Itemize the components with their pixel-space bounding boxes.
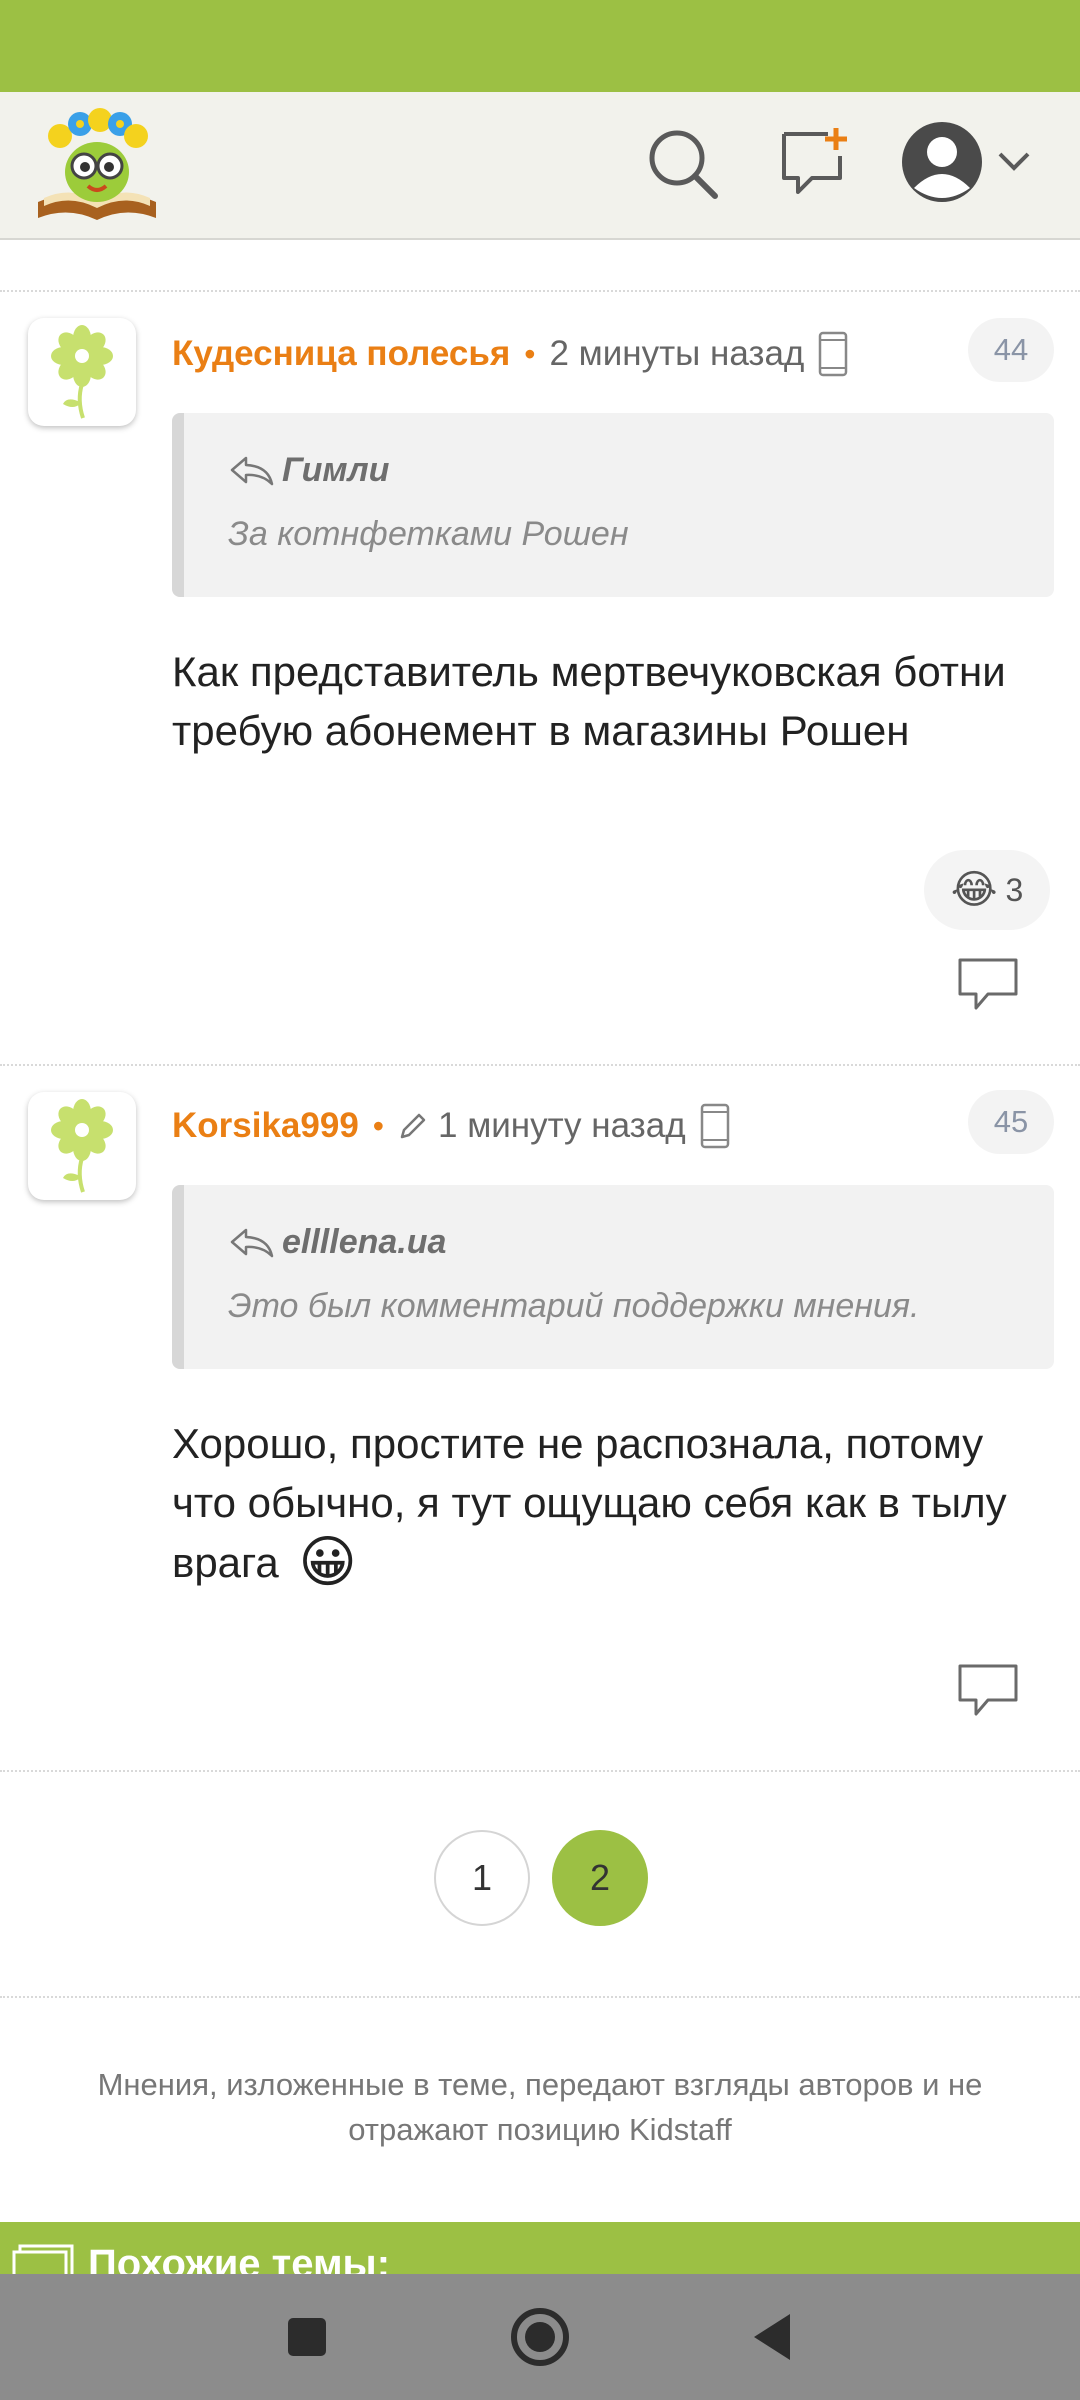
phone-icon xyxy=(700,1103,729,1149)
separator-dot: • xyxy=(524,335,536,372)
quote-author[interactable]: ellllena.ua xyxy=(282,1223,446,1262)
page-2-button-current[interactable]: 2 xyxy=(552,1830,648,1926)
divider xyxy=(0,1996,1080,1998)
similar-topics-bar[interactable]: Похожие темы: xyxy=(0,2222,1080,2274)
home-icon[interactable] xyxy=(505,2302,575,2372)
grinning-emoji-icon: 😀 xyxy=(298,1530,357,1593)
separator-dot: • xyxy=(372,1107,384,1144)
quote-author-row: Гимли xyxy=(228,451,389,490)
comment-body-wrap: Хорошо, простите не распознала, потому ч… xyxy=(172,1414,1052,1592)
pencil-edited-icon xyxy=(400,1113,426,1139)
reaction-count: 3 xyxy=(1005,871,1024,908)
reply-arrow-icon xyxy=(230,456,274,485)
reply-arrow-icon xyxy=(230,1228,274,1257)
quote-block: ellllena.ua Это был комментарий поддержк… xyxy=(172,1185,1054,1369)
quote-block: Гимли За котнфетками Рошен xyxy=(172,413,1054,597)
account-avatar-icon[interactable] xyxy=(900,120,984,204)
comment-meta: Korsika999 • 1 минуту назад xyxy=(172,1096,730,1156)
kidstaff-logo-icon[interactable] xyxy=(34,106,160,224)
comment-meta: Кудесница полесья • 2 минуты назад xyxy=(172,324,848,384)
phone-icon xyxy=(819,331,848,377)
comment-author[interactable]: Кудесница полесья xyxy=(172,334,510,374)
divider xyxy=(0,1770,1080,1772)
divider xyxy=(0,1064,1080,1066)
disclaimer: Мнения, изложенные в теме, передают взгл… xyxy=(97,2067,983,2147)
quote-author[interactable]: Гимли xyxy=(282,451,389,490)
comment-number-badge[interactable]: 45 xyxy=(968,1090,1054,1154)
recent-apps-icon[interactable] xyxy=(272,2302,342,2372)
reaction-badge[interactable]: 😂 3 xyxy=(924,850,1050,930)
quote-text: Это был комментарий поддержки мнения. xyxy=(228,1287,920,1325)
page-1-button[interactable]: 1 xyxy=(434,1830,530,1926)
quote-author-row: ellllena.ua xyxy=(228,1223,446,1262)
folder-icon xyxy=(12,2244,74,2274)
divider xyxy=(0,290,1080,292)
app-header xyxy=(0,92,1080,240)
back-icon[interactable] xyxy=(738,2302,808,2372)
reply-icon[interactable] xyxy=(956,1662,1020,1718)
user-avatar[interactable] xyxy=(28,318,136,426)
comment-time[interactable]: 1 минуту назад xyxy=(438,1106,686,1146)
reply-icon[interactable] xyxy=(956,956,1020,1012)
new-topic-icon[interactable] xyxy=(778,126,852,198)
comment-number-badge[interactable]: 44 xyxy=(968,318,1054,382)
status-bar xyxy=(0,0,1080,92)
comment-author[interactable]: Korsika999 xyxy=(172,1106,359,1146)
user-avatar[interactable] xyxy=(28,1092,136,1200)
flower-avatar-icon xyxy=(51,325,113,419)
comment-body: Как представитель мертвечуковская ботни … xyxy=(172,648,1006,754)
chevron-down-icon[interactable] xyxy=(994,146,1034,176)
comment-time[interactable]: 2 минуты назад xyxy=(549,334,804,374)
laughing-emoji-icon: 😂 xyxy=(950,868,998,912)
search-icon[interactable] xyxy=(645,126,721,202)
pagination: 1 2 xyxy=(0,1830,1080,1926)
quote-text: За котнфетками Рошен xyxy=(228,515,629,553)
similar-topics-title: Похожие темы: xyxy=(88,2242,391,2274)
android-nav-bar xyxy=(0,2274,1080,2400)
flower-avatar-icon xyxy=(51,1099,113,1193)
